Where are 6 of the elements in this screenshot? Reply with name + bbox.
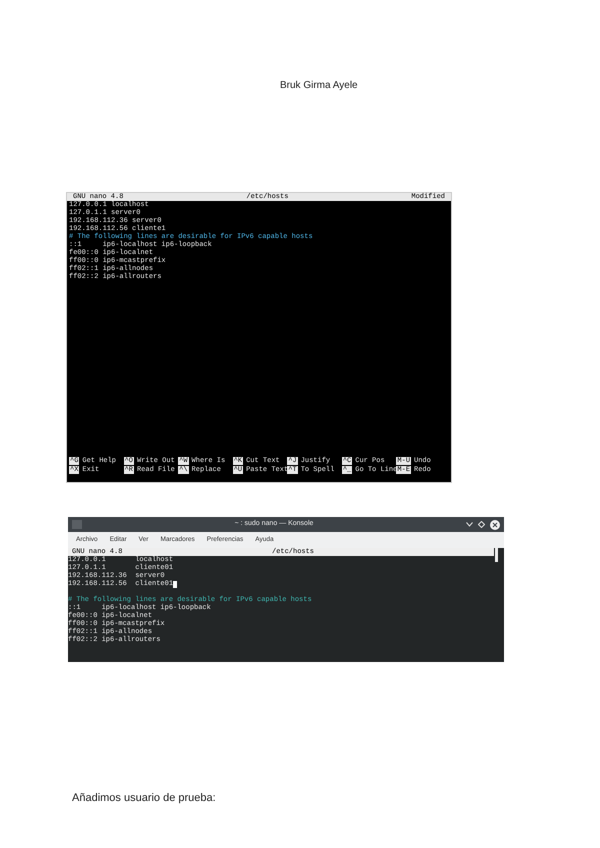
author-name: Bruk Girma Ayele: [280, 80, 358, 91]
close-icon[interactable]: [490, 520, 500, 530]
minimize-icon[interactable]: [466, 522, 473, 527]
text-cursor: [173, 580, 178, 588]
body-paragraph: Añadimos usuario de prueba:: [72, 791, 217, 806]
maximize-icon[interactable]: [478, 521, 485, 528]
